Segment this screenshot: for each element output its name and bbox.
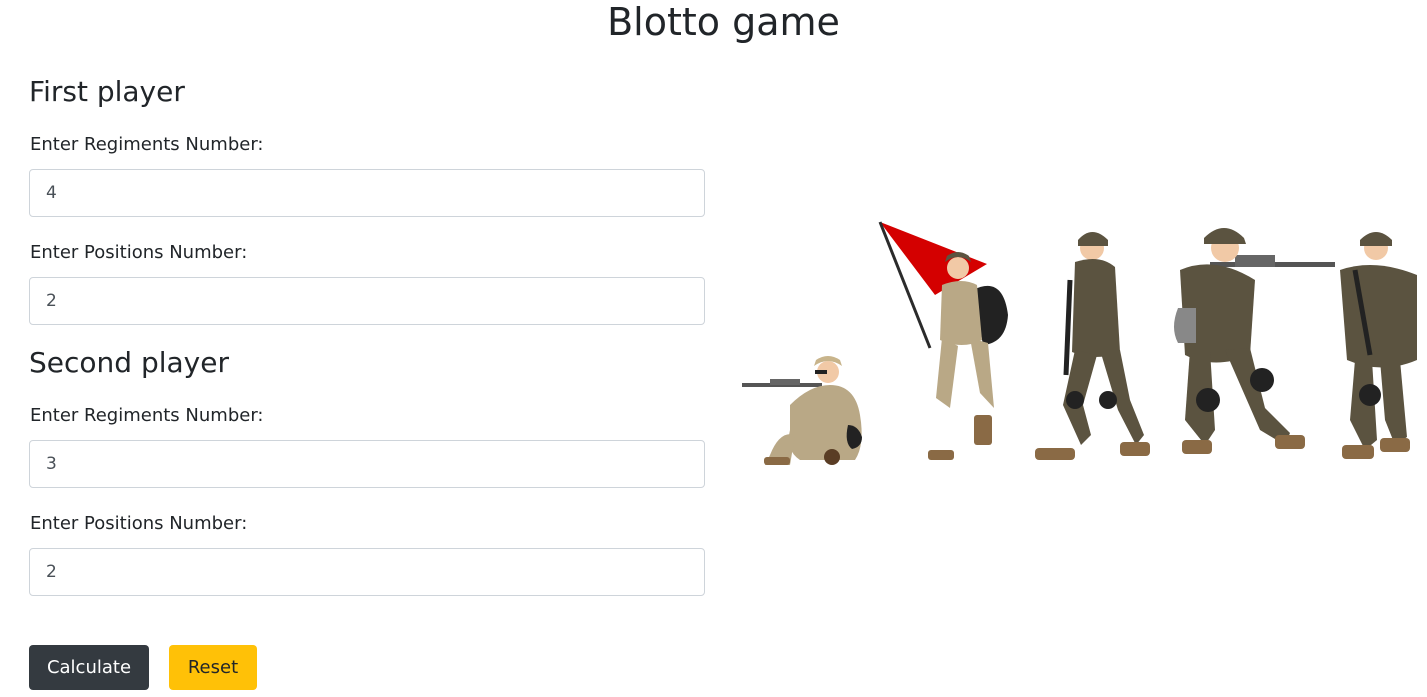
second-positions-label: Enter Positions Number: bbox=[30, 513, 248, 534]
second-regiments-input[interactable] bbox=[29, 440, 705, 488]
second-positions-input[interactable] bbox=[29, 548, 705, 596]
aiming-soldier-figure bbox=[1174, 228, 1335, 454]
flag-bearer-soldier-figure bbox=[878, 221, 1008, 460]
first-regiments-label: Enter Regiments Number: bbox=[30, 134, 264, 155]
second-player-heading: Second player bbox=[29, 346, 229, 379]
first-positions-input[interactable] bbox=[29, 277, 705, 325]
first-positions-label: Enter Positions Number: bbox=[30, 242, 248, 263]
first-player-heading: First player bbox=[29, 75, 185, 108]
standing-soldier-figure bbox=[1340, 232, 1417, 459]
walking-soldier-figure bbox=[1035, 232, 1150, 460]
reset-button[interactable]: Reset bbox=[169, 645, 257, 690]
first-regiments-input[interactable] bbox=[29, 169, 705, 217]
calculate-button[interactable]: Calculate bbox=[29, 645, 149, 690]
soldiers-illustration bbox=[742, 221, 1417, 465]
kneeling-soldier-figure bbox=[742, 356, 862, 465]
second-regiments-label: Enter Regiments Number: bbox=[30, 405, 264, 426]
page-title: Blotto game bbox=[607, 0, 840, 44]
